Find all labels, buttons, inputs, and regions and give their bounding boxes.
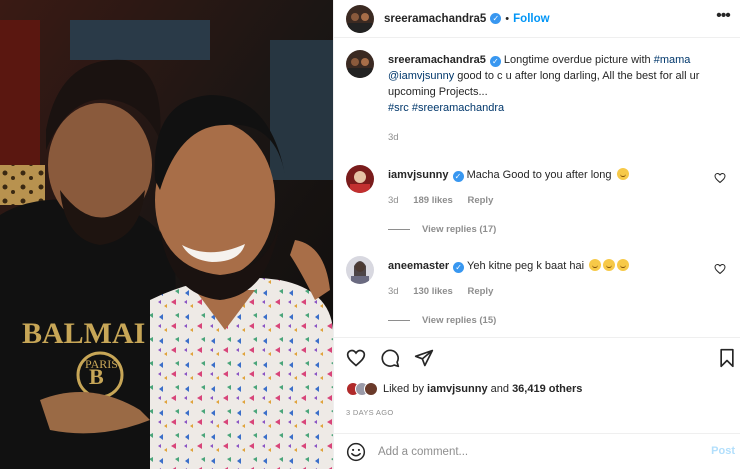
post-actions: Liked by iamvjsunny and 36,419 others 3 … bbox=[334, 337, 740, 428]
avatar[interactable] bbox=[346, 256, 374, 284]
comment-username[interactable]: iamvjsunny bbox=[388, 169, 449, 181]
like-comment-heart-icon[interactable] bbox=[714, 172, 726, 184]
post-photo[interactable]: BALMAI PARIS B bbox=[0, 0, 333, 469]
verified-badge-icon: ✓ bbox=[489, 56, 501, 67]
liked-by-count[interactable]: 36,419 others bbox=[512, 383, 582, 395]
caption-hashtag-sreeramachandra[interactable]: #sreeramachandra bbox=[412, 102, 504, 114]
follow-button[interactable]: Follow bbox=[513, 13, 549, 25]
comment-text: iamvjsunny ✓ Macha Good to you after long bbox=[388, 167, 718, 183]
smiley-icon[interactable] bbox=[346, 442, 366, 462]
verified-badge-icon: ✓ bbox=[453, 262, 465, 273]
instagram-post: BALMAI PARIS B sreeramachandra5 ✓ • Foll… bbox=[0, 0, 740, 469]
post-button[interactable]: Post bbox=[711, 445, 735, 457]
laughing-emoji-icon bbox=[617, 259, 630, 271]
header-username[interactable]: sreeramachandra5 bbox=[384, 13, 486, 25]
post-side-panel: sreeramachandra5 ✓ • Follow ••• sreerama… bbox=[333, 0, 740, 469]
svg-text:B: B bbox=[89, 364, 104, 389]
more-options-icon[interactable]: ••• bbox=[713, 8, 733, 29]
svg-text:BALMAI: BALMAI bbox=[22, 317, 145, 350]
comment-age[interactable]: 3d bbox=[388, 195, 399, 206]
add-comment-bar: Post bbox=[334, 433, 740, 469]
liked-by-text: Liked by iamvjsunny and 36,419 others bbox=[383, 383, 582, 395]
view-replies-label: View replies (15) bbox=[422, 315, 497, 326]
caption-text-before: Longtime overdue picture with bbox=[500, 54, 654, 66]
share-icon[interactable] bbox=[414, 348, 434, 368]
avatar-image bbox=[346, 256, 374, 284]
avatar[interactable] bbox=[364, 382, 378, 396]
caption-age[interactable]: 3d bbox=[388, 132, 399, 143]
avatar-image bbox=[346, 4, 374, 33]
avatar-image bbox=[346, 50, 374, 78]
avatar[interactable] bbox=[346, 50, 374, 78]
liked-by-and: and bbox=[490, 383, 509, 395]
liked-by-prefix: Liked by bbox=[383, 383, 424, 395]
verified-badge-icon: ✓ bbox=[490, 13, 502, 24]
like-comment-heart-icon[interactable] bbox=[714, 263, 726, 275]
comment-age[interactable]: 3d bbox=[388, 286, 399, 297]
verified-badge-icon: ✓ bbox=[452, 171, 464, 182]
caption-meta: 3d bbox=[388, 132, 411, 143]
smiley-emoji-icon bbox=[616, 168, 629, 180]
comment-input[interactable] bbox=[378, 442, 698, 462]
laughing-emoji-icon bbox=[603, 259, 616, 271]
divider bbox=[388, 320, 410, 321]
liked-by-row: Liked by iamvjsunny and 36,419 others bbox=[346, 382, 582, 396]
caption-hashtag-mama[interactable]: #mama bbox=[654, 54, 691, 66]
comment-likes[interactable]: 130 likes bbox=[413, 286, 453, 297]
comment-username[interactable]: aneemaster bbox=[388, 260, 449, 272]
post-timestamp[interactable]: 3 DAYS AGO bbox=[346, 408, 393, 417]
view-replies-button[interactable]: View replies (15) bbox=[388, 315, 496, 326]
caption-text: sreeramachandra5 ✓ Longtime overdue pictu… bbox=[388, 52, 718, 116]
comments-list[interactable]: sreeramachandra5 ✓ Longtime overdue pictu… bbox=[334, 39, 740, 337]
comment-meta: 3d 130 likes Reply bbox=[388, 286, 505, 297]
laughing-emoji-icon bbox=[589, 259, 602, 271]
avatar-image bbox=[346, 165, 374, 193]
view-replies-button[interactable]: View replies (17) bbox=[388, 224, 496, 235]
reply-button[interactable]: Reply bbox=[467, 286, 493, 297]
caption-mention-iamvjsunny[interactable]: @iamvjsunny bbox=[388, 70, 454, 82]
divider bbox=[388, 229, 410, 230]
comment-icon[interactable] bbox=[380, 348, 400, 368]
header-separator: • bbox=[505, 12, 510, 25]
view-replies-label: View replies (17) bbox=[422, 224, 497, 235]
caption-hashtag-src[interactable]: #src bbox=[388, 102, 409, 114]
comment-meta: 3d 189 likes Reply bbox=[388, 195, 505, 206]
bookmark-icon[interactable] bbox=[717, 348, 737, 368]
avatar[interactable] bbox=[346, 165, 374, 193]
comment-body: Macha Good to you after long bbox=[466, 169, 612, 181]
post-header: sreeramachandra5 ✓ • Follow ••• bbox=[334, 0, 740, 38]
heart-icon[interactable] bbox=[346, 348, 366, 368]
post-image: BALMAI PARIS B bbox=[0, 0, 333, 469]
comment-text: aneemaster ✓ Yeh kitne peg k baat hai bbox=[388, 258, 718, 274]
liked-by-user[interactable]: iamvjsunny bbox=[427, 383, 488, 395]
avatar[interactable] bbox=[346, 4, 374, 33]
caption-username[interactable]: sreeramachandra5 bbox=[388, 54, 486, 66]
reply-button[interactable]: Reply bbox=[467, 195, 493, 206]
comment-body: Yeh kitne peg k baat hai bbox=[467, 260, 585, 272]
comment-likes[interactable]: 189 likes bbox=[413, 195, 453, 206]
